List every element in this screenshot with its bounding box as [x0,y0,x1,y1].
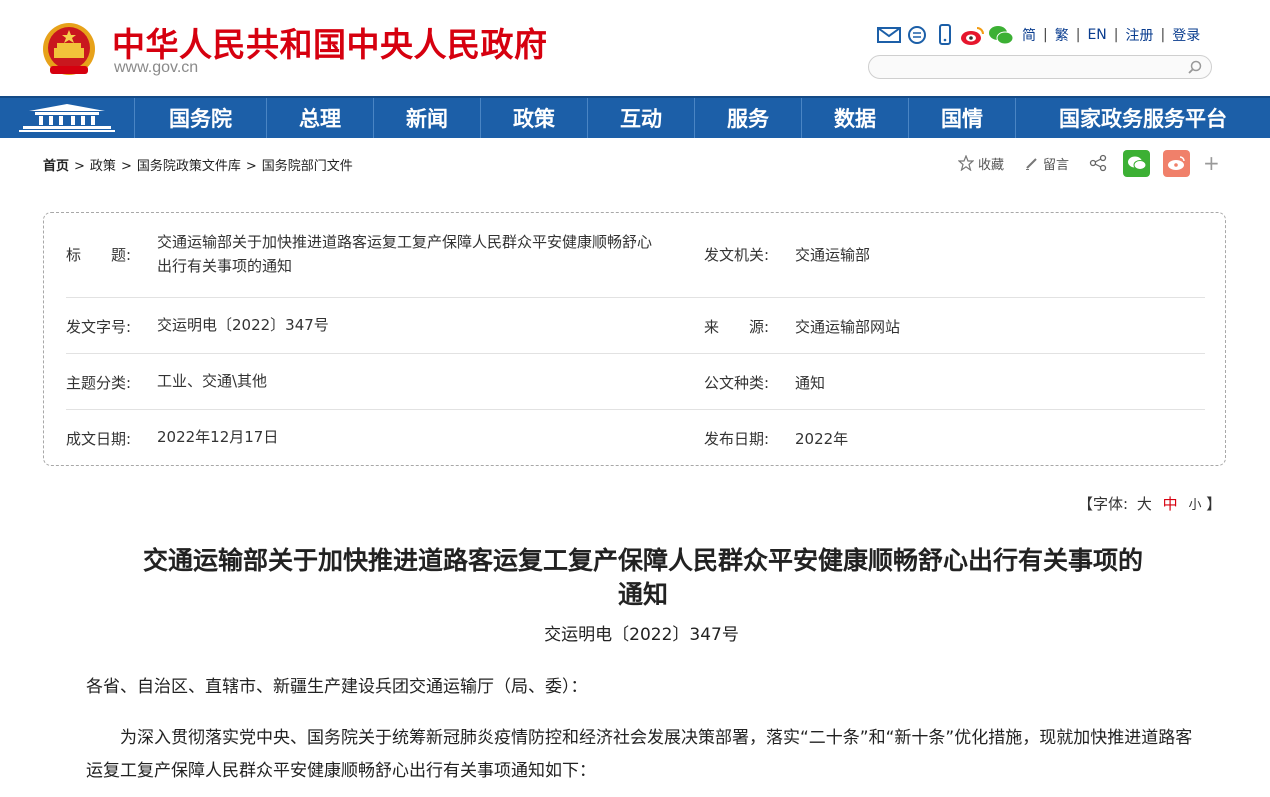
share-wechat-icon[interactable] [1123,149,1151,177]
issuer-label: 发文机关: [704,246,770,264]
article-paragraph: 为深入贯彻落实党中央、国务院关于统筹新冠肺炎疫情防控和经济社会发展决策部署，落实… [86,728,1193,781]
docno-value: 交运明电〔2022〕347号 [157,316,329,334]
info-row-topic: 主题分类: 工业、交通\其他 公文种类: 通知 [66,353,1205,410]
nav-item-state-council[interactable]: 国务院 [134,98,266,138]
source-label: 来 源: [704,318,770,336]
more-plus-icon[interactable]: + [1203,151,1220,175]
site-url[interactable]: www.gov.cn [114,59,198,77]
source-value: 交通运输部网站 [795,318,901,336]
font-large-button[interactable]: 大 [1137,495,1152,513]
breadcrumb-department-docs[interactable]: 国务院部门文件 [262,159,353,174]
site-header: 中华人民共和国中央人民政府 www.gov.cn 简 | 繁 | EN | 注册… [0,0,1270,96]
search-icon[interactable] [1187,59,1203,79]
nav-item-national-info[interactable]: 国情 [908,98,1015,138]
share-weibo-icon[interactable] [1163,149,1191,177]
article-doc-number: 交运明电〔2022〕347号 [544,625,739,645]
lang-simplified[interactable]: 简 [1022,25,1036,45]
comment-label: 留言 [1043,157,1070,173]
info-row-title: 标 题: 交通运输部关于加快推进道路客运复工复产保障人民群众平安健康顺畅舒心 出… [66,213,1205,298]
share-toolbar: 收藏 留言 + [958,149,1220,177]
search-box [868,55,1212,79]
issuer-value: 交通运输部 [795,246,871,264]
favorite-label: 收藏 [978,157,1005,173]
wechat-icon[interactable] [988,24,1014,46]
breadcrumb-home[interactable]: 首页 [43,159,69,174]
document-info-table: 标 题: 交通运输部关于加快推进道路客运复工复产保障人民群众平安健康顺畅舒心 出… [43,212,1226,466]
title-value: 交通运输部关于加快推进道路客运复工复产保障人民群众平安健康顺畅舒心 出行有关事项… [157,233,653,275]
search-input[interactable] [881,57,1185,79]
share-icon[interactable] [1089,154,1111,172]
header-tools: 简 | 繁 | EN | 注册 | 登录 [876,23,1200,47]
published-date-label: 发布日期: [704,430,770,448]
article-title: 交通运输部关于加快推进道路客运复工复产保障人民群众平安健康顺畅舒心出行有关事项的… [142,546,1143,609]
written-date-label: 成文日期: [66,430,132,448]
weibo-icon[interactable] [960,24,986,46]
topic-value: 工业、交通\其他 [157,372,268,390]
topic-label: 主题分类: [66,374,132,392]
type-label: 公文种类: [704,374,770,392]
nav-item-interaction[interactable]: 互动 [587,98,694,138]
nav-item-policy[interactable]: 政策 [480,98,587,138]
comment-button[interactable]: 留言 [1024,154,1069,173]
nav-item-premier[interactable]: 总理 [266,98,373,138]
font-size-switcher: 【字体: 大 中 小 】 [1078,495,1222,513]
published-date-value: 2022年 [795,430,849,448]
breadcrumb-policy[interactable]: 政策 [90,159,116,174]
article-salutation: 各省、自治区、直辖市、新疆生产建设兵团交通运输厅（局、委）： [86,677,588,697]
font-medium-button[interactable]: 中 [1163,495,1178,513]
national-emblem-icon[interactable] [42,22,96,78]
pencil-icon [1026,157,1037,170]
main-nav: 国务院 总理 新闻 政策 互动 服务 数据 国情 国家政务服务平台 [0,96,1270,138]
written-date-value: 2022年12月17日 [157,428,279,446]
register-link[interactable]: 注册 [1125,25,1153,45]
breadcrumb: 首页 > 政策 > 国务院政策文件库 > 国务院部门文件 [43,159,353,174]
nav-item-data[interactable]: 数据 [801,98,908,138]
font-small-button[interactable]: 小 [1188,498,1201,513]
lang-traditional[interactable]: 繁 [1055,25,1069,45]
nav-item-news[interactable]: 新闻 [373,98,480,138]
chat-icon[interactable] [904,24,930,46]
nav-home-icon[interactable] [0,98,134,138]
breadcrumb-policy-library[interactable]: 国务院政策文件库 [137,159,241,174]
type-value: 通知 [795,374,826,392]
nav-item-services[interactable]: 服务 [694,98,801,138]
docno-label: 发文字号: [66,318,132,336]
login-link[interactable]: 登录 [1172,25,1200,45]
language-switcher: 简 | 繁 | EN | 注册 | 登录 [1022,25,1201,45]
info-row-dates: 成文日期: 2022年12月17日 发布日期: 2022年 [66,409,1205,465]
lang-english[interactable]: EN [1087,27,1106,43]
mail-icon[interactable] [876,24,902,46]
info-row-docno: 发文字号: 交运明电〔2022〕347号 来 源: 交通运输部网站 [66,297,1205,354]
nav-item-gov-service-platform[interactable]: 国家政务服务平台 [1015,98,1270,138]
mobile-icon[interactable] [932,24,958,46]
star-icon [958,155,974,171]
title-label: 标 题: [66,246,132,264]
favorite-button[interactable]: 收藏 [958,154,1004,173]
